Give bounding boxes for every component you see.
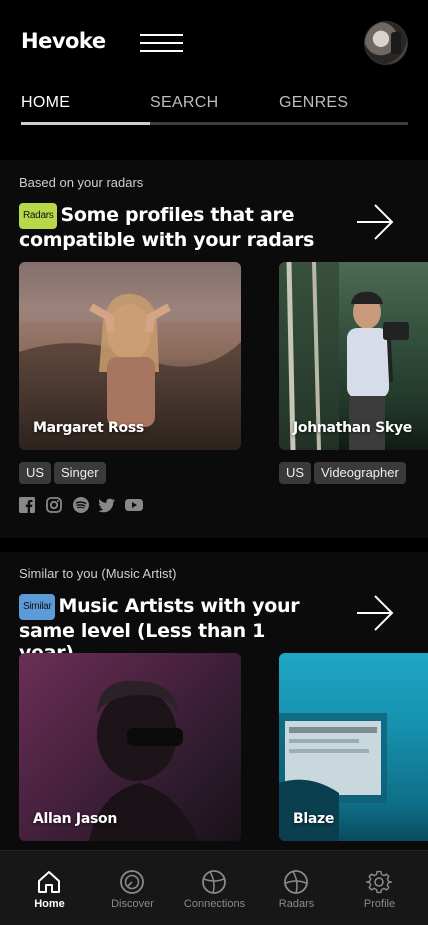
youtube-icon[interactable] (125, 497, 143, 513)
tab-search[interactable]: SEARCH (150, 94, 218, 112)
nav-label: Profile (363, 898, 396, 910)
section-subtitle: Based on your radars (19, 175, 144, 190)
artist-name: Blaze (293, 811, 335, 827)
nav-profile[interactable]: Profile (337, 851, 422, 925)
nav-radars[interactable]: Radars (254, 851, 339, 925)
nav-connections[interactable]: Connections (172, 851, 257, 925)
section-title-text: Some profiles that are compatible with y… (19, 204, 315, 251)
nav-label: Discover (111, 898, 154, 910)
artist-name: Allan Jason (33, 811, 117, 827)
artist-card[interactable]: Blaze (279, 653, 428, 841)
profile-card[interactable]: Margaret Ross (19, 262, 241, 450)
facebook-icon[interactable] (19, 497, 35, 513)
nav-discover[interactable]: Discover (90, 851, 175, 925)
similar-artists-section: Similar to you (Music Artist) Similar Mus… (0, 552, 428, 850)
tab-home[interactable]: HOME (21, 94, 70, 112)
connections-icon (202, 870, 226, 894)
profile-name: Johnathan Skye (293, 420, 412, 436)
home-icon (38, 871, 60, 893)
discover-icon (120, 870, 144, 894)
artist-card[interactable]: Allan Jason (19, 653, 241, 841)
arrow-right-icon[interactable] (355, 202, 395, 242)
radars-tag: Radars (19, 203, 58, 229)
role-chip: Singer (54, 462, 106, 484)
app-header: Hevoke (0, 0, 428, 88)
tab-active-indicator (21, 122, 150, 125)
tab-genres[interactable]: GENRES (279, 94, 348, 112)
nav-home[interactable]: Home (7, 851, 92, 925)
section-title: Radars Some profiles that are compatible … (19, 203, 319, 251)
spotify-icon[interactable] (73, 497, 89, 513)
app-logo[interactable]: Hevoke (21, 29, 106, 53)
profile-card[interactable]: Johnathan Skye (279, 262, 428, 450)
hamburger-menu-icon[interactable] (140, 34, 183, 52)
country-chip: US (279, 462, 312, 484)
nav-label: Connections (183, 898, 246, 910)
arrow-right-icon[interactable] (355, 593, 395, 633)
profile-name: Margaret Ross (33, 420, 144, 436)
twitter-icon[interactable] (99, 497, 115, 513)
section-subtitle: Similar to you (Music Artist) (19, 566, 177, 581)
user-avatar[interactable] (364, 21, 408, 65)
role-chip: Videographer (314, 462, 406, 484)
nav-label: Radars (278, 898, 315, 910)
bottom-navigation: Home Discover Connections Radars Profile (0, 850, 428, 925)
similar-tag: Similar (19, 594, 56, 620)
top-tabs: HOME SEARCH GENRES (21, 94, 408, 126)
nav-label: Home (34, 898, 65, 910)
gear-icon (366, 870, 392, 894)
radars-icon (284, 870, 308, 894)
country-chip: US (19, 462, 52, 484)
instagram-icon[interactable] (46, 497, 62, 513)
radar-matches-section: Based on your radars Radars Some profiles… (0, 160, 428, 538)
